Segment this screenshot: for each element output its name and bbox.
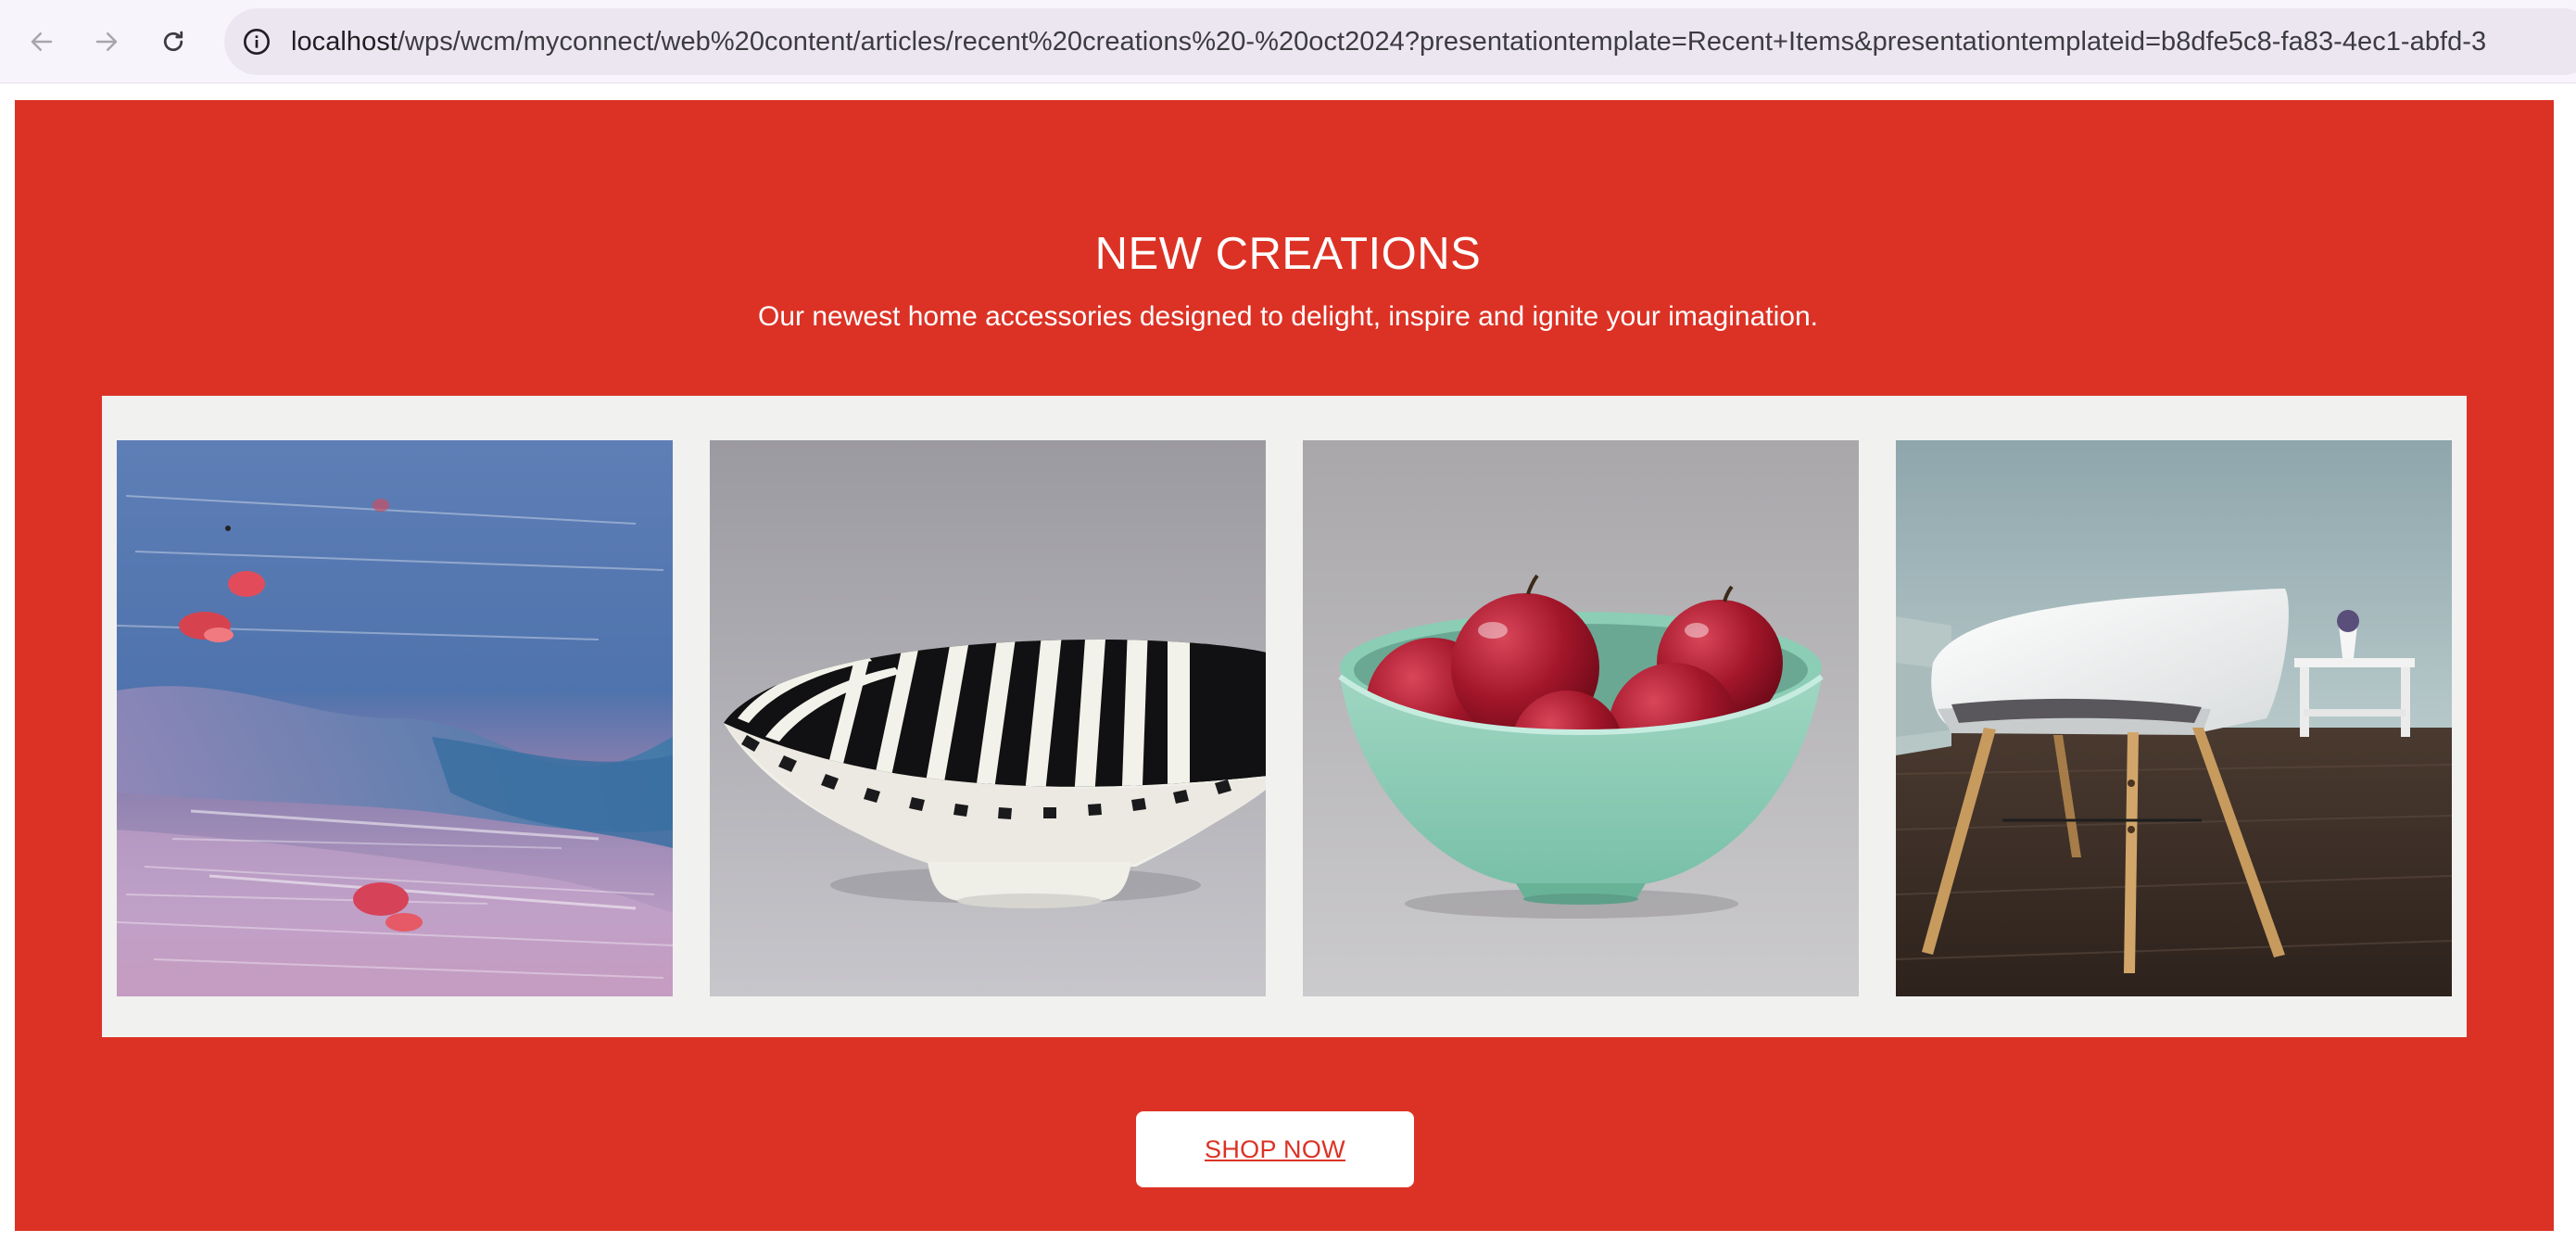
shop-now-button[interactable]: SHOP NOW (1136, 1111, 1414, 1187)
forward-button[interactable] (82, 18, 131, 66)
white-chair-image[interactable] (1896, 440, 2452, 996)
site-info-icon[interactable] (238, 23, 275, 60)
back-button[interactable] (18, 18, 66, 66)
reload-button[interactable] (149, 18, 197, 66)
address-bar[interactable]: localhost/wps/wcm/myconnect/web%20conten… (224, 8, 2576, 75)
forward-arrow-icon (95, 32, 118, 51)
url-host: localhost (291, 27, 398, 57)
banner-subtitle: Our newest home accessories designed to … (758, 301, 1818, 332)
abstract-painting-image[interactable] (117, 440, 673, 996)
reload-icon (163, 31, 183, 52)
banner-title: NEW CREATIONS (1094, 229, 1482, 279)
back-arrow-icon (31, 32, 53, 51)
striped-bowl-image[interactable] (710, 440, 1266, 996)
apple-bowl-image[interactable] (1303, 440, 1859, 996)
product-gallery (102, 396, 2467, 1037)
browser-toolbar: localhost/wps/wcm/myconnect/web%20conten… (0, 0, 2576, 83)
url-path: /wps/wcm/myconnect/web%20content/article… (397, 27, 2487, 57)
url-text: localhost/wps/wcm/myconnect/web%20conten… (291, 8, 2486, 75)
shop-now-label: SHOP NOW (1205, 1135, 1345, 1163)
